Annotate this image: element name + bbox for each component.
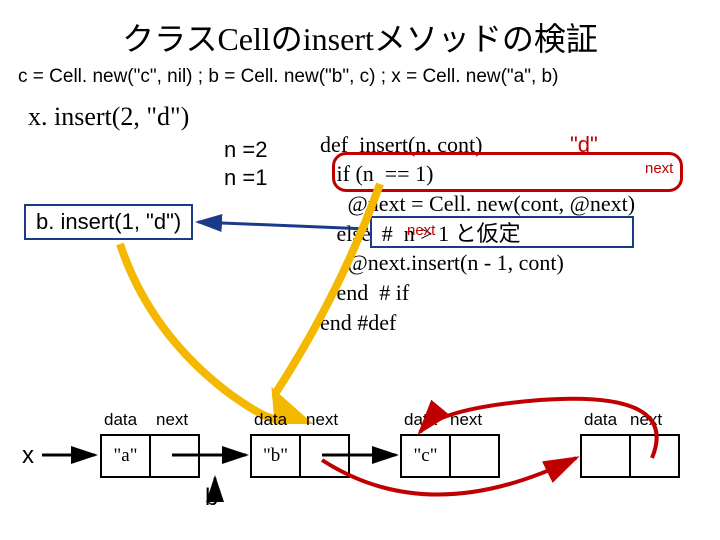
header-data-4: data	[584, 410, 617, 430]
cell-b-next	[301, 436, 348, 476]
main-diagram: x. insert(2, "d") n =2 n =1 b. insert(1,…	[0, 94, 720, 424]
cell-a: "a"	[100, 434, 200, 478]
x-var-label: x	[22, 442, 34, 470]
header-next-4: next	[630, 410, 662, 430]
call-x-insert: x. insert(2, "d")	[28, 102, 189, 132]
cell-a-next	[151, 436, 198, 476]
header-data-2: data	[254, 410, 287, 430]
code-line-7: end #def	[320, 310, 396, 335]
cell-c: "c"	[400, 434, 500, 478]
page-title: クラスCellのinsertメソッドの検証	[0, 0, 720, 66]
header-next-3: next	[450, 410, 482, 430]
n-values: n =2 n =1	[224, 136, 267, 191]
header-data-3: data	[404, 410, 437, 430]
cell-b: "b"	[250, 434, 350, 478]
cell-a-data: "a"	[102, 436, 151, 476]
code-line-3: @next = Cell. new(cont, @next)	[320, 191, 635, 216]
n-equals-1: n =1	[224, 164, 267, 192]
header-data-1: data	[104, 410, 137, 430]
n-equals-2: n =2	[224, 136, 267, 164]
cell-new-data	[582, 436, 631, 476]
code-line-6: end # if	[320, 280, 409, 305]
call-b-insert: b. insert(1, "d")	[24, 204, 193, 240]
cell-list-diagram: x b data next data next data next data n…	[0, 380, 720, 520]
highlight-box	[370, 216, 634, 248]
cell-c-next	[451, 436, 498, 476]
next-annotation-1: next	[645, 160, 673, 177]
cell-b-data: "b"	[252, 436, 301, 476]
code-line-5: @next.insert(n - 1, cont)	[320, 250, 564, 275]
highlight-oval	[332, 152, 683, 192]
cell-c-data: "c"	[402, 436, 451, 476]
header-next-1: next	[156, 410, 188, 430]
header-next-2: next	[306, 410, 338, 430]
cell-new-next	[631, 436, 678, 476]
d-annotation: "d"	[570, 132, 598, 158]
setup-code: c = Cell. new("c", nil) ; b = Cell. new(…	[0, 66, 720, 94]
b-var-label: b	[205, 484, 218, 512]
cell-new	[580, 434, 680, 478]
